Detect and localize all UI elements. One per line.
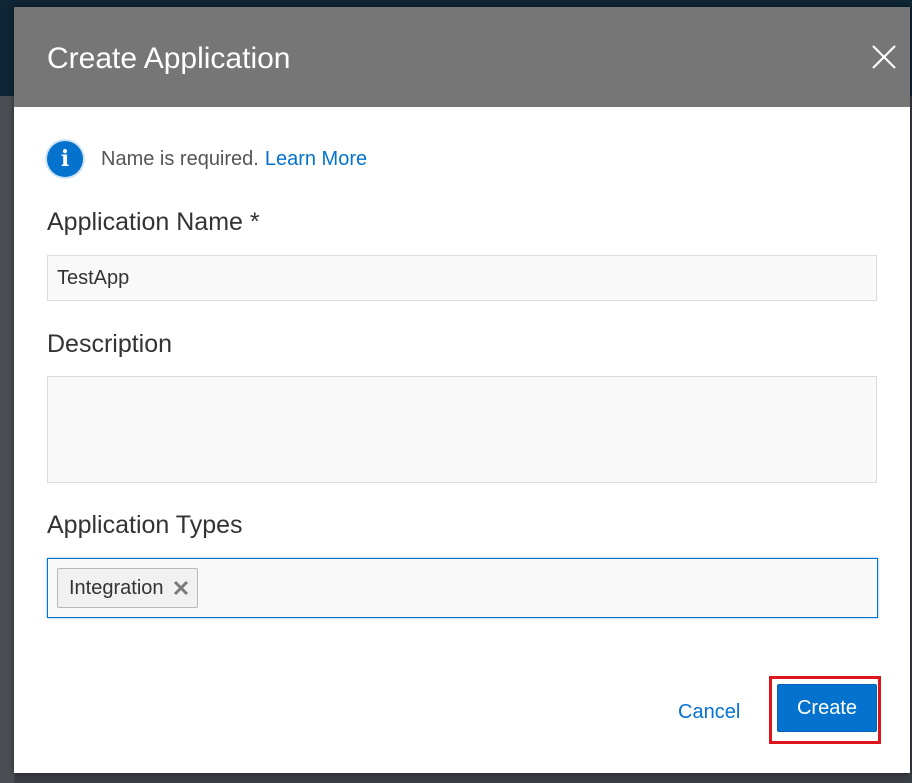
application-name-label: Application Name * bbox=[47, 208, 260, 236]
info-icon: i bbox=[47, 141, 83, 177]
application-types-label: Application Types bbox=[47, 511, 243, 539]
info-message-text: Name is required. bbox=[101, 147, 259, 170]
create-application-dialog: Create Application i Name is required. L… bbox=[14, 7, 910, 773]
chip-remove-button[interactable] bbox=[173, 580, 189, 596]
dialog-header: Create Application bbox=[14, 7, 910, 107]
application-name-input[interactable] bbox=[47, 255, 877, 301]
info-message: i Name is required. Learn More bbox=[47, 141, 367, 177]
create-button[interactable]: Create bbox=[777, 684, 877, 732]
type-chip-integration: Integration bbox=[57, 568, 198, 608]
close-button[interactable] bbox=[870, 43, 898, 71]
description-textarea[interactable] bbox=[47, 376, 877, 483]
remove-x-icon bbox=[173, 580, 188, 596]
cancel-button[interactable]: Cancel bbox=[668, 692, 750, 732]
dialog-title: Create Application bbox=[47, 42, 291, 75]
close-icon bbox=[872, 45, 896, 69]
learn-more-link[interactable]: Learn More bbox=[265, 148, 367, 171]
backdrop-content-strip bbox=[0, 96, 14, 783]
description-label: Description bbox=[47, 330, 173, 358]
application-types-input[interactable]: Integration bbox=[47, 558, 878, 618]
chip-label: Integration bbox=[69, 576, 164, 599]
